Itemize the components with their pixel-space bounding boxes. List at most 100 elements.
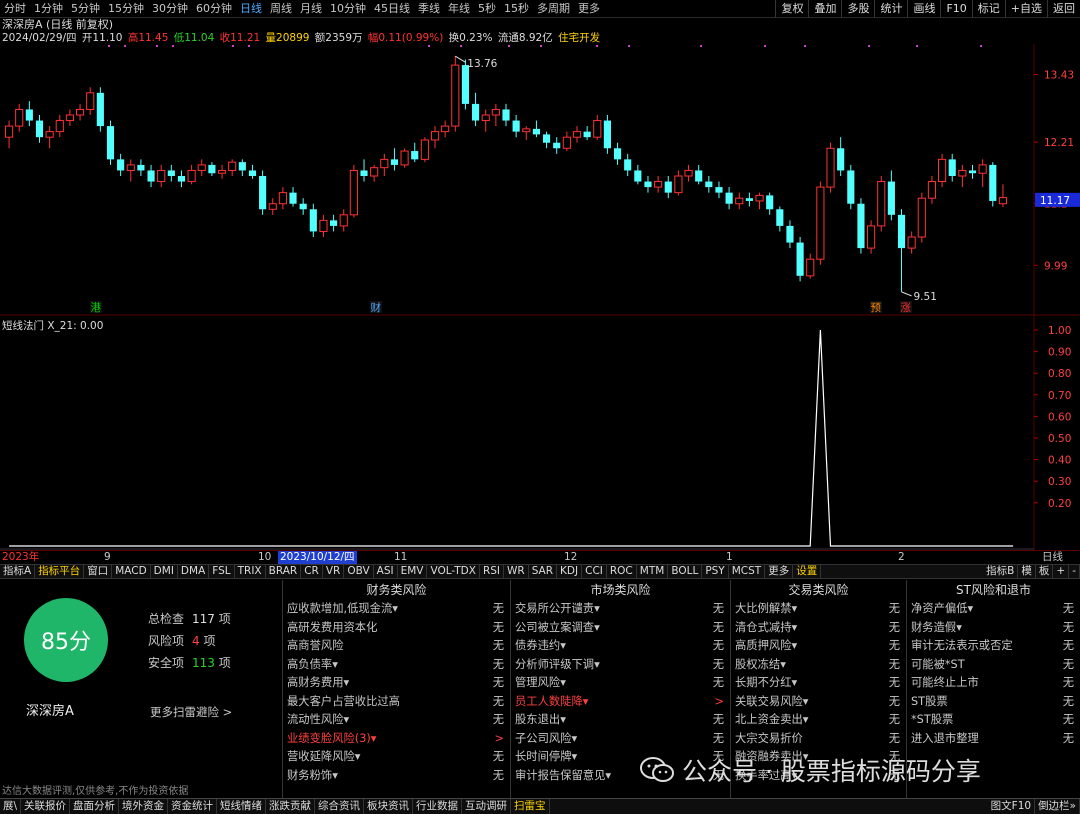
candle[interactable] (917, 192, 926, 243)
candle[interactable] (472, 92, 480, 127)
candle[interactable] (664, 176, 672, 199)
indicator-tab-9[interactable]: CR (301, 565, 323, 578)
candle[interactable] (319, 214, 328, 237)
risk-row[interactable]: 北上资金卖出▾ 无 (731, 711, 906, 730)
risk-row[interactable]: 分析师评级下调▾ 无 (511, 656, 730, 675)
risk-row[interactable]: 股东退出▾ 无 (511, 711, 730, 730)
period-tab-10[interactable]: 45日线 (370, 0, 414, 18)
indicator-tab-18[interactable]: KDJ (557, 565, 583, 578)
candle[interactable] (349, 164, 358, 218)
risk-row[interactable]: 大比例解禁▾ 无 (731, 600, 906, 619)
candle[interactable] (867, 220, 876, 254)
risk-row[interactable]: 应收款增加,低现金流▾ 无 (283, 600, 510, 619)
indicator-right-3[interactable]: + (1053, 565, 1070, 578)
candle[interactable] (96, 87, 104, 132)
tool-button-2[interactable]: 多股 (841, 0, 874, 18)
candle[interactable] (512, 115, 520, 138)
period-tab-11[interactable]: 季线 (414, 0, 444, 18)
bottom-tab-3[interactable]: 境外资金 (119, 799, 169, 814)
tool-button-1[interactable]: 叠加 (808, 0, 841, 18)
indicator-tab-4[interactable]: DMI (151, 565, 178, 578)
period-tab-2[interactable]: 5分钟 (67, 0, 104, 18)
tool-button-0[interactable]: 复权 (775, 0, 808, 18)
more-scan-link[interactable]: 更多扫雷避险 > (150, 704, 232, 720)
candle[interactable] (25, 101, 33, 127)
event-marker[interactable]: 财 (371, 301, 382, 314)
period-tab-6[interactable]: 日线 (236, 0, 266, 18)
candle[interactable] (147, 164, 155, 188)
risk-row[interactable]: 高研发费用资本化 无 (283, 619, 510, 638)
candle[interactable] (796, 237, 804, 282)
candle[interactable] (309, 203, 317, 237)
tool-button-7[interactable]: +自选 (1004, 0, 1047, 18)
risk-row[interactable]: 营收延降风险▾ 无 (283, 748, 510, 767)
risk-row[interactable]: 高负债率▾ 无 (283, 656, 510, 675)
risk-row[interactable]: ST股票 无 (907, 693, 1080, 712)
candle[interactable] (5, 120, 14, 149)
candle[interactable] (137, 159, 145, 176)
candle[interactable] (857, 198, 865, 254)
bottom-tab-1[interactable]: 关联报价 (21, 799, 71, 814)
period-tab-16[interactable]: 更多 (574, 0, 604, 18)
candle[interactable] (360, 159, 368, 182)
risk-row[interactable]: 净资产偏低▾ 无 (907, 600, 1080, 619)
period-tab-4[interactable]: 30分钟 (148, 0, 192, 18)
candle[interactable] (481, 109, 490, 132)
indicator-right-1[interactable]: 模 (1018, 565, 1036, 578)
risk-row[interactable]: 清仓式减持▾ 无 (731, 619, 906, 638)
risk-row[interactable]: 债券违约▾ 无 (511, 637, 730, 656)
bottom-tab-4[interactable]: 资金统计 (168, 799, 218, 814)
candle[interactable] (968, 164, 977, 179)
bottom-tab-7[interactable]: 综合资讯 (315, 799, 365, 814)
indicator-tab-11[interactable]: OBV (344, 565, 374, 578)
indicator-tab-7[interactable]: TRIX (235, 565, 266, 578)
candle[interactable] (735, 192, 744, 210)
risk-row[interactable]: 长期不分红▾ 无 (731, 674, 906, 693)
candle[interactable] (948, 153, 956, 182)
risk-row[interactable]: 高商誉风险 无 (283, 637, 510, 656)
indicator-right-2[interactable]: 板 (1036, 565, 1054, 578)
candlestick-chart[interactable]: 13.4312.2111.19.9911.1713.769.51港财预涨 (0, 44, 1080, 316)
bottom-tab-5[interactable]: 短线情绪 (217, 799, 267, 814)
risk-row[interactable]: 最大客户占营收比过高 无 (283, 693, 510, 712)
candle[interactable] (278, 187, 287, 210)
period-tab-7[interactable]: 周线 (266, 0, 296, 18)
candle[interactable] (745, 192, 753, 207)
indicator-tab-16[interactable]: WR (504, 565, 529, 578)
candle[interactable] (562, 131, 571, 152)
candle[interactable] (197, 159, 206, 176)
candle[interactable] (238, 159, 246, 176)
candle[interactable] (65, 109, 74, 127)
candle[interactable] (157, 164, 166, 188)
indicator-tab-0[interactable]: 指标A (0, 565, 36, 578)
bottom-right-0[interactable]: 图文F10 (988, 799, 1036, 814)
candle[interactable] (837, 137, 845, 176)
risk-row[interactable]: 管理风险▾ 无 (511, 674, 730, 693)
candle[interactable] (532, 120, 540, 138)
indicator-tab-6[interactable]: FSL (209, 565, 235, 578)
risk-row[interactable]: 业绩变脸风险(3)▾ > (283, 730, 510, 749)
risk-row[interactable]: 关联交易风险▾ 无 (731, 693, 906, 712)
event-marker[interactable]: 涨 (901, 302, 912, 314)
indicator-tab-21[interactable]: MTM (637, 565, 669, 578)
bottom-tab-6[interactable]: 涨跌贡献 (266, 799, 316, 814)
candle[interactable] (117, 153, 125, 176)
period-tab-13[interactable]: 5秒 (474, 0, 500, 18)
candle[interactable] (289, 187, 297, 207)
risk-row[interactable]: 公司被立案调查▾ 无 (511, 619, 730, 638)
candle[interactable] (938, 153, 947, 188)
period-tab-8[interactable]: 月线 (296, 0, 326, 18)
candle[interactable] (259, 170, 267, 215)
indicator-tab-24[interactable]: MCST (729, 565, 766, 578)
indicator-tab-5[interactable]: DMA (178, 565, 210, 578)
candle[interactable] (55, 115, 64, 138)
candle[interactable] (370, 164, 379, 182)
candle[interactable] (826, 142, 835, 193)
candle[interactable] (522, 126, 531, 140)
candle[interactable] (217, 164, 227, 179)
candle[interactable] (887, 170, 895, 221)
indicator-tab-17[interactable]: SAR (529, 565, 558, 578)
candle[interactable] (806, 253, 815, 279)
candle[interactable] (430, 126, 440, 149)
risk-row[interactable]: 大宗交易折价 无 (731, 730, 906, 749)
